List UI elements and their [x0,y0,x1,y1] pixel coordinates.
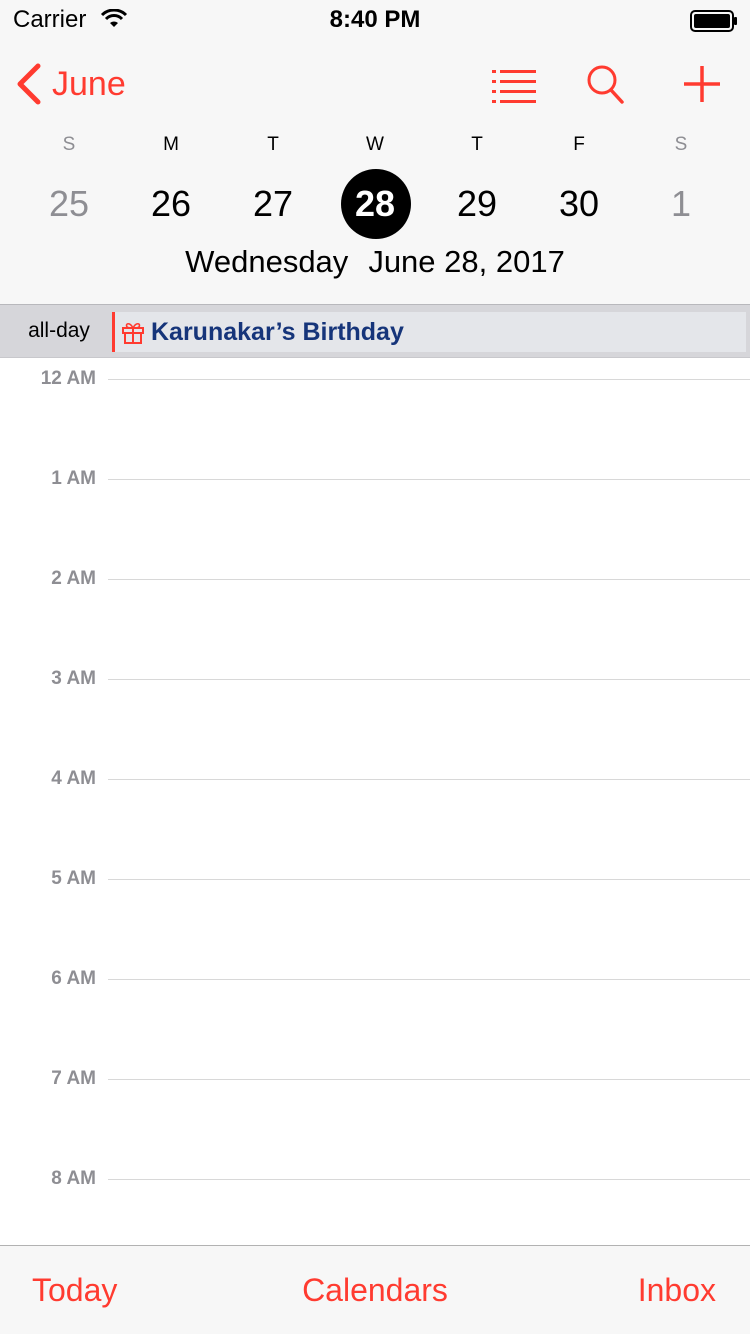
day-timeline[interactable]: 12 AM 1 AM 2 AM 3 AM 4 AM 5 AM 6 AM 7 AM… [0,358,750,1246]
search-icon[interactable] [582,62,630,106]
weekday-letter: W [366,134,384,155]
all-day-label: all-day [28,319,90,342]
day-number: 1 [670,183,692,224]
status-time: 8:40 PM [329,6,421,33]
hour-label: 12 AM [40,368,96,389]
selected-weekday: Wednesday [185,244,349,279]
all-day-event[interactable]: Karunakar’s Birthday [112,312,746,352]
hour-divider [108,479,750,480]
event-title: Karunakar’s Birthday [151,317,404,346]
day-cell[interactable]: 26 [120,168,222,240]
day-number: 29 [456,183,498,224]
weekday-letter: T [471,134,483,155]
chevron-left-icon [17,63,41,105]
hour-row: 3 AM [0,658,750,758]
hour-label: 3 AM [51,668,96,689]
hour-row: 2 AM [0,558,750,658]
day-cell[interactable]: 1 [630,168,732,240]
gift-icon [122,322,144,344]
header-area: Carrier 8:40 PM June S M T W T F S 25 26… [0,0,750,304]
battery-icon [690,10,737,32]
add-icon[interactable] [678,62,726,106]
hour-divider [108,579,750,580]
calendar-app: Carrier 8:40 PM June S M T W T F S 25 26… [0,0,750,1334]
hour-row: 4 AM [0,758,750,858]
hour-label: 1 AM [51,468,96,489]
hour-divider [108,779,750,780]
back-to-month-button[interactable]: June [14,62,126,106]
day-number: 27 [252,183,294,224]
list-icon[interactable] [490,62,538,106]
hour-label: 5 AM [51,868,96,889]
weekday-letter: T [267,134,279,155]
hour-divider [108,879,750,880]
day-number: 28 [354,183,396,224]
status-bar: Carrier 8:40 PM [0,0,750,40]
hour-row: 12 AM [0,358,750,458]
hour-row: 5 AM [0,858,750,958]
hour-row: 8 AM [0,1158,750,1246]
day-cell-selected[interactable]: 28 [324,168,426,240]
day-number: 26 [150,183,192,224]
hour-label: 6 AM [51,968,96,989]
day-number: 30 [558,183,600,224]
hour-divider [108,1179,750,1180]
hour-label: 2 AM [51,568,96,589]
bottom-toolbar: Today Calendars Inbox [0,1245,750,1334]
day-cell[interactable]: 30 [528,168,630,240]
hour-divider [108,379,750,380]
hour-label: 4 AM [51,768,96,789]
weekday-letter: M [163,134,179,155]
hour-row: 6 AM [0,958,750,1058]
weekday-letter: S [674,134,688,155]
hour-label: 7 AM [51,1068,96,1089]
hour-row: 7 AM [0,1058,750,1158]
day-cell[interactable]: 29 [426,168,528,240]
hour-label: 8 AM [51,1168,96,1189]
hour-row: 1 AM [0,458,750,558]
week-strip: 25 26 27 28 29 30 1 [0,168,750,240]
selected-full-date: June 28, 2017 [368,244,565,279]
all-day-row: all-day Karunakar’s Birthday [0,304,750,358]
hour-divider [108,679,750,680]
day-cell[interactable]: 27 [222,168,324,240]
hour-divider [108,979,750,980]
weekday-header: S M T W T F S [0,134,750,158]
selected-date-label: Wednesday June 28, 2017 [0,240,750,284]
back-label: June [52,65,126,103]
weekday-letter: S [62,134,76,155]
day-cell[interactable]: 25 [18,168,120,240]
day-number: 25 [48,183,90,224]
navigation-bar: June [0,52,750,116]
inbox-button[interactable]: Inbox [638,1272,716,1309]
weekday-letter: F [573,134,585,155]
hour-divider [108,1079,750,1080]
